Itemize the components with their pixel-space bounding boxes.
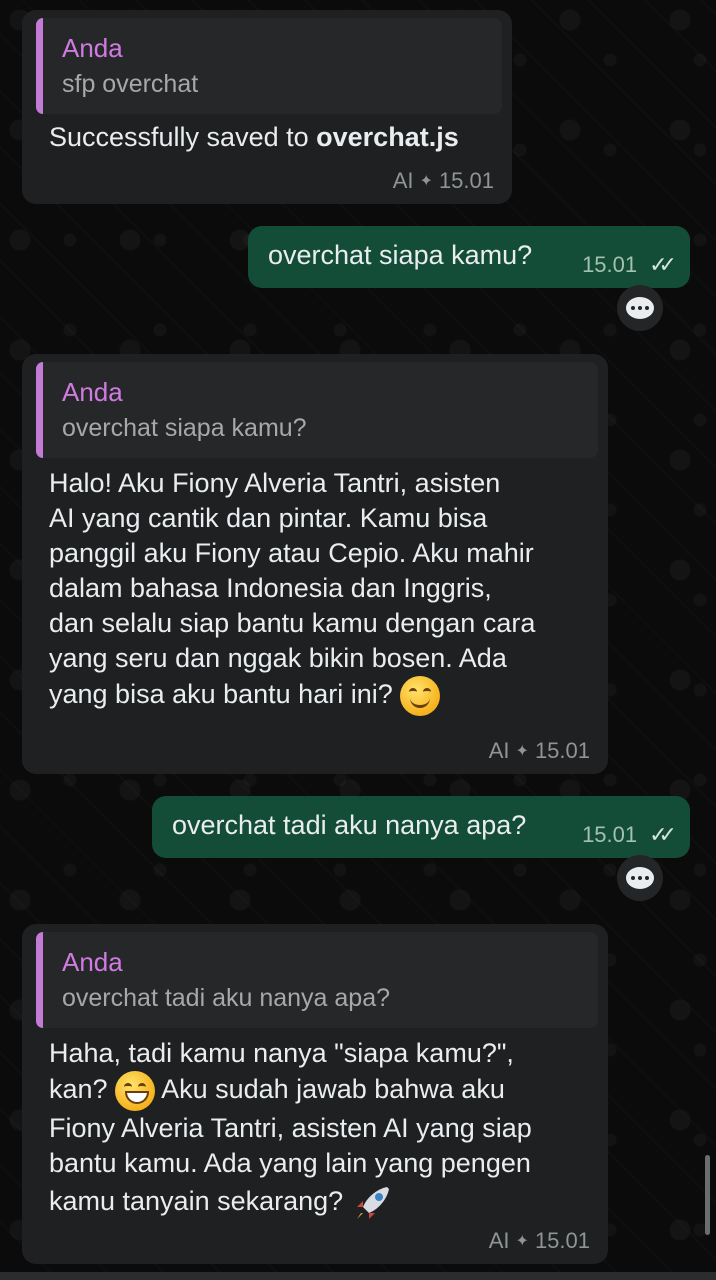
ai-sparkle-icon: ✦ [515,743,529,760]
quote-author: Anda [62,33,123,63]
message-meta: 15.01 ✓✓ [582,822,677,848]
outgoing-message[interactable]: overchat siapa kamu? 15.01 ✓✓ [248,226,690,288]
smiling-face-emoji [400,676,441,716]
message-text-part-b: Aku sudah jawab bahwa aku [161,1074,505,1105]
grinning-face-emoji [115,1071,156,1111]
message-meta: AI ✦ 15.01 [393,168,494,194]
quote-accent-bar [36,932,43,1028]
ai-tag: AI [392,168,414,193]
message-text-plain: Successfully saved to [49,122,317,152]
quoted-message[interactable]: Anda overchat tadi aku nanya apa? [36,932,598,1028]
double-check-icon: ✓✓ [649,252,677,277]
message-time: 15.01 [534,1228,590,1253]
double-check-icon: ✓✓ [649,822,677,847]
message-meta: AI ✦ 15.01 [489,738,590,764]
quote-author: Anda [62,947,123,977]
quote-author: Anda [62,377,123,407]
quote-text: overchat tadi aku nanya apa? [62,984,391,1012]
incoming-message[interactable]: Anda sfp overchat Successfully saved to … [22,10,512,204]
incoming-message[interactable]: Anda overchat tadi aku nanya apa? Haha, … [22,924,608,1264]
incoming-message[interactable]: Anda overchat siapa kamu? Halo! Aku Fion… [22,354,608,774]
ai-sparkle-icon: ✦ [419,173,433,190]
message-text-body: Halo! Aku Fiony Alveria Tantri, asisten … [49,468,536,710]
message-text-bold: overchat.js [316,122,459,152]
message-text: Halo! Aku Fiony Alveria Tantri, asisten … [36,466,598,716]
rocket-emoji [351,1181,395,1225]
outgoing-message[interactable]: overchat tadi aku nanya apa? 15.01 ✓✓ [152,796,690,858]
quoted-message[interactable]: Anda sfp overchat [36,18,502,114]
ai-sparkle-icon: ✦ [515,1233,529,1250]
quote-accent-bar [36,18,43,114]
message-text: Successfully saved to overchat.js [36,120,502,155]
quoted-message[interactable]: Anda overchat siapa kamu? [36,362,598,458]
quote-text: overchat siapa kamu? [62,414,307,442]
message-time: 15.01 [438,168,494,193]
message-meta: 15.01 ✓✓ [582,252,677,278]
message-time: 15.01 [534,738,590,763]
quote-accent-bar [36,362,43,458]
message-text: Haha, tadi kamu nanya "siapa kamu?", kan… [36,1036,598,1225]
message-meta: AI ✦ 15.01 [489,1228,590,1254]
quote-text: sfp overchat [62,70,199,98]
message-time: 15.01 [582,822,638,847]
chat-bubble-icon[interactable] [617,285,663,331]
scrollbar-thumb[interactable] [705,1155,710,1235]
chat-bubble-icon[interactable] [617,855,663,901]
message-text-part-c: Fiony Alveria Tantri, asisten AI yang si… [49,1113,532,1217]
message-time: 15.01 [582,252,638,277]
ai-tag: AI [488,1228,510,1253]
ai-tag: AI [488,738,510,763]
bottom-strip [0,1272,716,1280]
